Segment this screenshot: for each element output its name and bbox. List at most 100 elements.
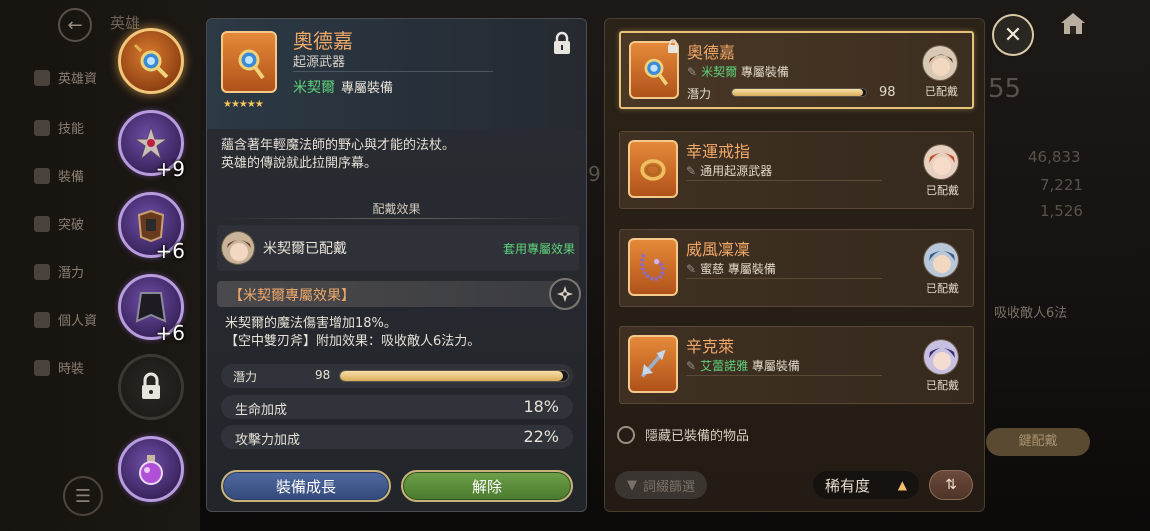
affix-filter-button[interactable]: ▼ 詞綴篩選 — [615, 471, 707, 499]
shirt-icon — [34, 167, 50, 184]
owner-hero-name: 艾蕾諾雅 — [700, 359, 749, 373]
nav-label: 時裝 — [58, 362, 85, 377]
owner-tag: 蜜慈 專屬裝備 — [700, 262, 776, 276]
feather-icon: ✎ — [687, 65, 698, 79]
hero-avatar — [923, 339, 959, 375]
menu-button[interactable]: ☰ — [63, 476, 103, 516]
bg-partial-number: 9 — [588, 162, 601, 186]
list-item[interactable]: 奧德嘉 ✎ 米契爾 專屬裝備 潛力 98 已配戴 — [619, 31, 974, 109]
nav-label: 潛力 — [58, 266, 85, 281]
slot-ring[interactable]: +9 — [118, 110, 185, 181]
item-name: 奧德嘉 — [687, 43, 736, 62]
nav-costume[interactable]: 時裝 — [34, 358, 84, 377]
crosshair-icon[interactable] — [549, 278, 581, 310]
nav-hero-info[interactable]: 英雄資 — [34, 68, 97, 87]
item-thumbnail — [628, 238, 678, 296]
close-button[interactable]: ✕ — [992, 14, 1034, 56]
nav-skills[interactable]: 技能 — [34, 118, 84, 137]
exclusive-effect-title: 【米契爾專屬效果】 — [229, 288, 355, 304]
radio-button[interactable] — [617, 425, 635, 444]
lock-icon — [668, 39, 678, 53]
owner-tag: 專屬裝備 — [751, 359, 800, 373]
home-icon — [1061, 13, 1085, 34]
sort-label: 稀有度 — [825, 476, 871, 495]
item-detail-panel: ★★★★★ 奧德嘉 起源武器 米契爾 專屬裝備 蘊含著年輕魔法師的野心與才能的法杖… — [206, 18, 587, 512]
hero-avatar — [923, 144, 959, 180]
staff-icon — [644, 58, 669, 86]
bg-stat-atk: 7,221 — [1040, 176, 1083, 194]
apply-exclusive-effect-link[interactable]: 套用專屬效果 — [503, 240, 575, 257]
exclusive-effect-header: 【米契爾專屬效果】 — [217, 278, 581, 310]
header-label: 英雄 — [110, 14, 141, 32]
item-description: 蘊含著年輕魔法師的野心與才能的法杖。 英雄的傳說就此拉開序幕。 — [221, 137, 577, 173]
axe-staff-icon — [640, 349, 666, 378]
effect-line: 米契爾的魔法傷害增加18%。 — [225, 316, 397, 331]
slot-locked[interactable] — [118, 354, 184, 420]
item-owner: ✎ 蜜慈 專屬裝備 — [686, 260, 776, 277]
nav-label: 裝備 — [58, 170, 85, 185]
equipment-growth-button[interactable]: 裝備成長 — [221, 470, 391, 502]
back-button[interactable]: ← — [58, 8, 92, 42]
owner-tag: 專屬裝備 — [341, 81, 394, 96]
nav-label: 突破 — [58, 218, 85, 233]
potential-label: 潛力 — [233, 370, 258, 384]
slot-armor[interactable]: +6 — [118, 192, 185, 263]
owner-hero-name: 米契爾 — [293, 80, 335, 96]
equipped-label: 已配戴 — [926, 282, 959, 295]
owner-hero-name: 米契爾 — [701, 65, 738, 79]
hide-equipped-label: 隱藏已裝備的物品 — [645, 429, 750, 444]
sort-order-button[interactable]: ⇅ — [929, 470, 973, 500]
hide-equipped-toggle[interactable]: 隱藏已裝備的物品 — [617, 425, 749, 444]
effect-line: 【空中雙刃斧】附加效果：吸收敵人6法力。 — [225, 334, 481, 349]
potential-icon — [34, 263, 50, 280]
potential-bar-fill — [732, 89, 864, 96]
divider — [293, 71, 493, 72]
stat-label: 生命加成 — [235, 403, 288, 418]
item-name: 幸運戒指 — [686, 142, 751, 161]
lightning-icon — [34, 119, 50, 136]
list-item[interactable]: 威風凜凜 ✎ 蜜慈 專屬裝備 已配戴 — [619, 229, 974, 307]
list-item[interactable]: 辛克萊 ✎ 艾蕾諾雅 專屬裝備 已配戴 — [619, 326, 974, 404]
slot-weapon[interactable] — [118, 28, 184, 94]
hanger-icon — [34, 359, 50, 376]
home-button[interactable] — [1054, 8, 1092, 38]
staff-icon — [238, 49, 265, 80]
owner-tag: 通用起源武器 — [700, 164, 773, 178]
equipped-owner-row: 米契爾已配戴 套用專屬效果 — [217, 225, 579, 271]
stat-value: 22% — [523, 427, 559, 446]
filter-label: 詞綴篩選 — [642, 479, 695, 495]
slot-armor-level: +6 — [155, 239, 185, 263]
potential-bar-fill — [340, 371, 564, 381]
item-portrait — [221, 31, 277, 93]
potential-value: 98 — [315, 368, 331, 382]
potential-bar — [731, 88, 867, 97]
sort-order-icon: ⇅ — [945, 477, 957, 493]
equipped-label: 已配戴 — [925, 85, 958, 98]
unequip-button[interactable]: 解除 — [401, 470, 573, 502]
nav-equipment[interactable]: 裝備 — [34, 166, 84, 185]
slot-potion[interactable] — [118, 436, 184, 502]
bg-stat-hp: 46,833 — [1028, 148, 1081, 166]
hero-avatar — [923, 242, 959, 278]
item-owner: ✎ 米契爾 專屬裝備 — [687, 63, 789, 80]
potential-value: 98 — [879, 85, 896, 100]
item-name: 威風凜凜 — [686, 240, 751, 259]
owner-tag: 專屬裝備 — [740, 65, 789, 79]
divider — [686, 375, 882, 376]
exclusive-effect-text: 米契爾的魔法傷害增加18%。 【空中雙刃斧】附加效果：吸收敵人6法力。 — [225, 315, 480, 351]
sort-dropdown[interactable]: 稀有度 ▲ — [813, 471, 919, 499]
nav-profile[interactable]: 個人資 — [34, 310, 97, 329]
equipped-label: 已配戴 — [926, 184, 959, 197]
lock-icon[interactable] — [552, 31, 572, 55]
nav-label: 個人資 — [58, 314, 98, 329]
nav-potential[interactable]: 潛力 — [34, 262, 84, 281]
item-owner: 米契爾 專屬裝備 — [293, 77, 393, 97]
bg-big-number: 55 — [988, 74, 1022, 104]
slot-cloak[interactable]: +6 — [118, 274, 185, 345]
chain-whip-icon — [640, 253, 665, 281]
divider — [686, 180, 882, 181]
list-item[interactable]: 幸運戒指 ✎ 通用起源武器 已配戴 — [619, 131, 974, 209]
feather-icon: ✎ — [686, 164, 697, 178]
nav-breakthrough[interactable]: 突破 — [34, 214, 84, 233]
back-arrow-icon: ← — [67, 14, 83, 36]
